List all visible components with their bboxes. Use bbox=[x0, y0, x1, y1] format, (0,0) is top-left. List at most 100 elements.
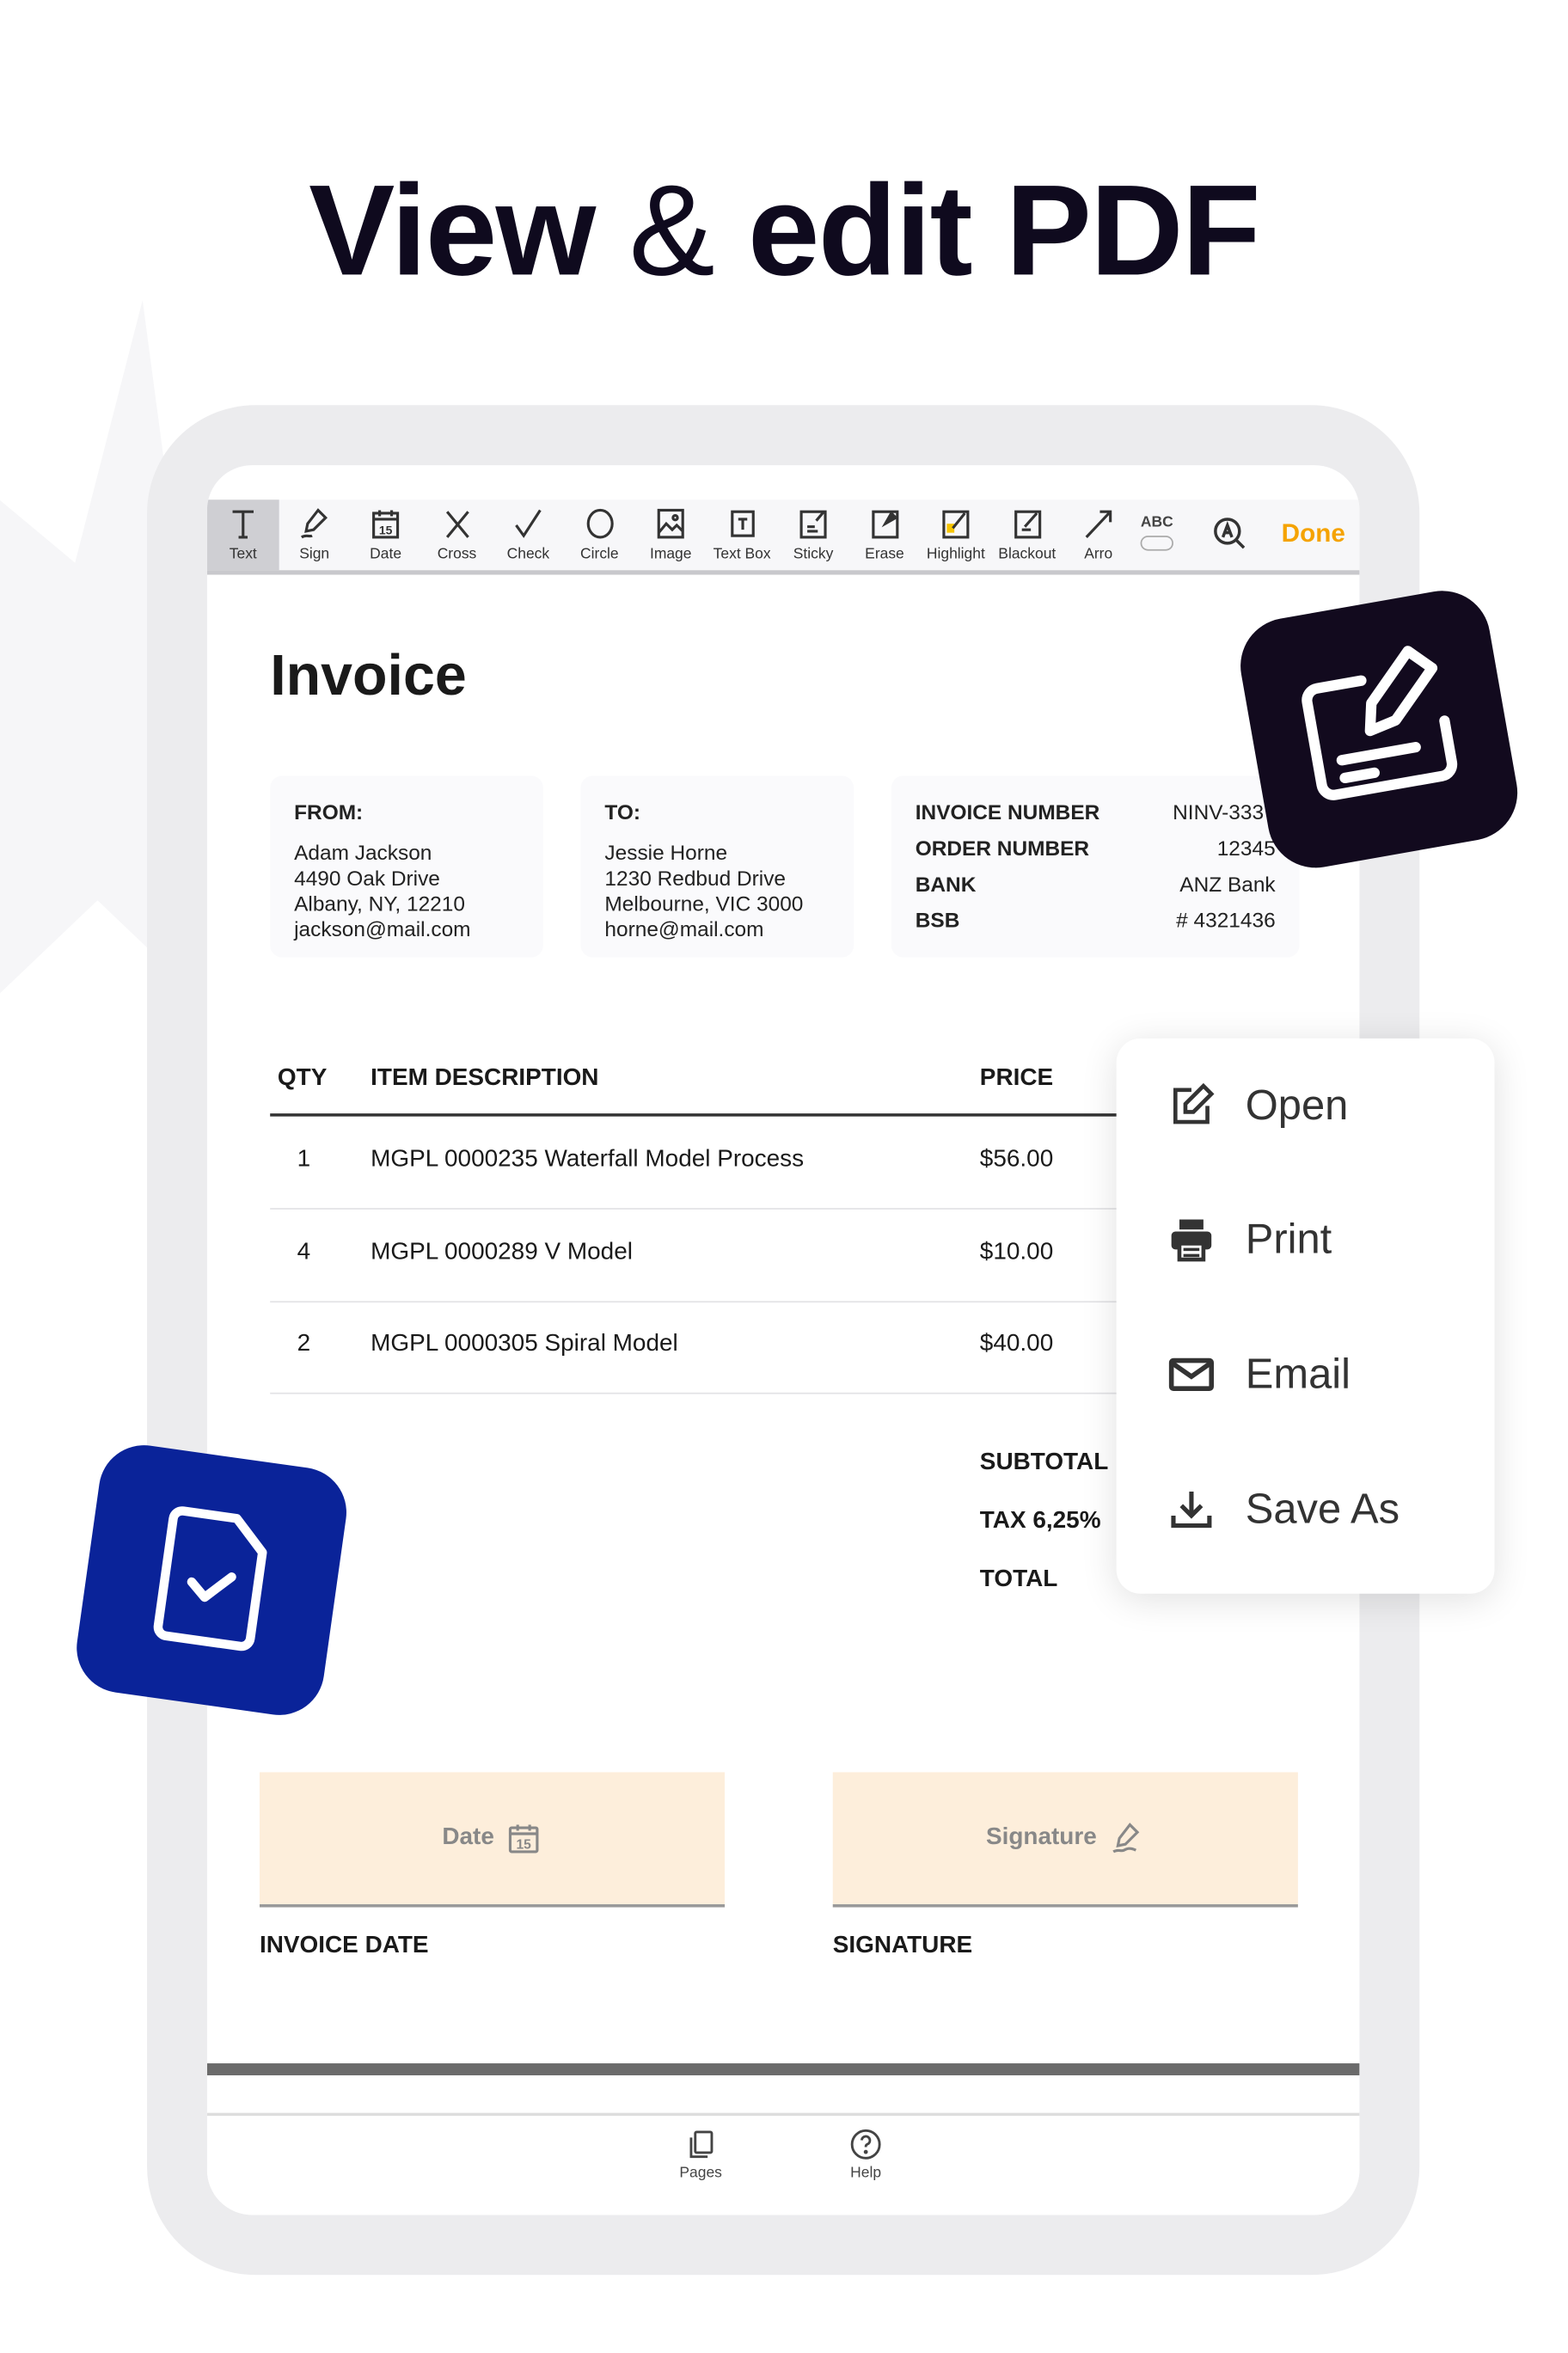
arrow-icon bbox=[1085, 510, 1112, 538]
help-button[interactable]: Help bbox=[829, 2128, 903, 2182]
row-description: MGPL 0000289 V Model bbox=[371, 1238, 633, 1265]
info-row: ORDER NUMBER 12345 bbox=[916, 836, 1276, 872]
help-icon bbox=[850, 2129, 881, 2160]
info-row: BANK ANZ Bank bbox=[916, 872, 1276, 908]
signature-label: SIGNATURE bbox=[832, 1933, 973, 1958]
invoice-date-label: INVOICE DATE bbox=[259, 1933, 429, 1958]
signature-field-label: Signature bbox=[985, 1824, 1097, 1851]
signature-edit-icon bbox=[1302, 646, 1458, 800]
from-line: Adam Jackson bbox=[294, 840, 432, 865]
tool-label: Circle bbox=[580, 546, 619, 563]
annotation-toolbar: Text Sign 15 Date Cross Check Circle Image Text … bbox=[206, 499, 1360, 575]
tool-label: Date bbox=[370, 546, 402, 563]
tool-check[interactable]: Check bbox=[493, 499, 565, 570]
abc-label: ABC bbox=[1140, 514, 1173, 531]
pages-label: Pages bbox=[679, 2165, 722, 2182]
row-qty: 1 bbox=[297, 1146, 311, 1173]
svg-text:15: 15 bbox=[379, 523, 393, 536]
check-icon bbox=[515, 509, 542, 538]
page-divider bbox=[206, 2063, 1360, 2076]
erase-icon bbox=[871, 510, 898, 539]
tool-label: Text bbox=[229, 546, 257, 563]
sign-icon bbox=[1112, 1823, 1140, 1854]
date-field[interactable]: Date 15 bbox=[259, 1772, 726, 1908]
tool-highlight[interactable]: Highlight bbox=[920, 499, 992, 570]
file-menu: Open Print Email Save As bbox=[1116, 1038, 1495, 1594]
tool-label: Erase bbox=[865, 546, 904, 563]
from-line: 4490 Oak Drive bbox=[294, 866, 440, 891]
tool-image[interactable]: Image bbox=[634, 499, 707, 570]
image-icon bbox=[657, 508, 684, 539]
tool-sticky[interactable]: Sticky bbox=[777, 499, 849, 570]
info-row: INVOICE NUMBER NINV-3337 bbox=[916, 800, 1276, 836]
tool-label: Arro bbox=[1084, 546, 1113, 563]
table-row: 4 MGPL 0000289 V Model $10.00 bbox=[270, 1209, 1201, 1302]
mail-icon bbox=[1168, 1357, 1214, 1391]
tool-date[interactable]: 15 Date bbox=[350, 499, 422, 570]
sign-icon bbox=[300, 508, 328, 539]
highlight-icon bbox=[942, 510, 970, 539]
info-label: BSB bbox=[915, 908, 960, 932]
search-button[interactable] bbox=[1212, 516, 1248, 560]
row-description: MGPL 0000235 Waterfall Model Process bbox=[371, 1146, 805, 1173]
done-button[interactable]: Done bbox=[1282, 519, 1345, 549]
tool-label: Highlight bbox=[926, 546, 985, 563]
help-label: Help bbox=[850, 2165, 882, 2182]
tool-label: Text Box bbox=[713, 546, 771, 563]
tool-erase[interactable]: Erase bbox=[848, 499, 921, 570]
menu-item-open[interactable]: Open bbox=[1167, 1076, 1348, 1137]
column-qty: QTY bbox=[277, 1065, 328, 1091]
calendar-icon: 15 bbox=[372, 510, 400, 539]
row-qty: 4 bbox=[297, 1238, 311, 1265]
from-line: jackson@mail.com bbox=[294, 916, 471, 941]
tool-text[interactable]: Text bbox=[206, 499, 279, 571]
download-icon bbox=[1171, 1492, 1212, 1529]
row-price: $56.00 bbox=[979, 1146, 1054, 1173]
from-line: Albany, NY, 12210 bbox=[294, 891, 465, 916]
tool-label: Sticky bbox=[793, 546, 834, 563]
from-heading: FROM: bbox=[294, 800, 364, 824]
edit-document-badge bbox=[1233, 583, 1525, 876]
text-box-icon bbox=[730, 510, 754, 537]
tool-circle[interactable]: Circle bbox=[563, 499, 635, 570]
column-description: ITEM DESCRIPTION bbox=[371, 1065, 599, 1091]
row-qty: 2 bbox=[297, 1331, 311, 1357]
sticky-icon bbox=[799, 510, 827, 539]
text-icon bbox=[232, 510, 254, 539]
signature-field[interactable]: Signature bbox=[832, 1772, 1298, 1908]
from-card: FROM: Adam Jackson 4490 Oak Drive Albany… bbox=[270, 775, 543, 958]
info-label: INVOICE NUMBER bbox=[915, 800, 1100, 824]
to-line: Jessie Horne bbox=[604, 840, 728, 865]
table-row: 2 MGPL 0000305 Spiral Model $40.00 bbox=[270, 1301, 1201, 1394]
tool-label: Sign bbox=[299, 546, 330, 563]
menu-label: Save As bbox=[1245, 1486, 1400, 1533]
menu-item-save-as[interactable]: Save As bbox=[1167, 1480, 1400, 1540]
menu-label: Print bbox=[1245, 1215, 1332, 1262]
to-heading: TO: bbox=[604, 800, 641, 824]
tool-cross[interactable]: Cross bbox=[421, 499, 493, 570]
calendar-icon: 15 bbox=[509, 1824, 540, 1854]
tool-text-box[interactable]: Text Box bbox=[706, 499, 778, 570]
menu-item-print[interactable]: Print bbox=[1167, 1210, 1332, 1270]
tool-arro[interactable]: Arro bbox=[1063, 499, 1135, 570]
tool-blackout[interactable]: Blackout bbox=[991, 499, 1063, 570]
bottom-bar: Pages Help bbox=[206, 2112, 1360, 2215]
spellcheck-toggle[interactable]: ABC bbox=[1140, 514, 1173, 551]
table-header: QTY ITEM DESCRIPTION PRICE bbox=[270, 1065, 1201, 1117]
tool-sign[interactable]: Sign bbox=[279, 499, 351, 570]
svg-text:15: 15 bbox=[517, 1837, 532, 1852]
headline: View & edit PDF bbox=[309, 159, 1260, 303]
blackout-icon bbox=[1014, 510, 1041, 539]
to-card: TO: Jessie Horne 1230 Redbud Drive Melbo… bbox=[580, 775, 854, 958]
menu-item-email[interactable]: Email bbox=[1167, 1345, 1351, 1405]
to-line: horne@mail.com bbox=[604, 916, 764, 941]
info-value: NINV-3337 bbox=[1173, 800, 1276, 824]
total-label: TOTAL bbox=[979, 1566, 1058, 1592]
tool-label: Image bbox=[649, 546, 692, 563]
menu-label: Open bbox=[1245, 1082, 1349, 1129]
tool-label: Cross bbox=[437, 546, 477, 563]
pages-icon bbox=[689, 2130, 714, 2159]
to-line: Melbourne, VIC 3000 bbox=[604, 891, 804, 916]
pages-button[interactable]: Pages bbox=[664, 2128, 738, 2182]
info-label: BANK bbox=[915, 872, 977, 897]
